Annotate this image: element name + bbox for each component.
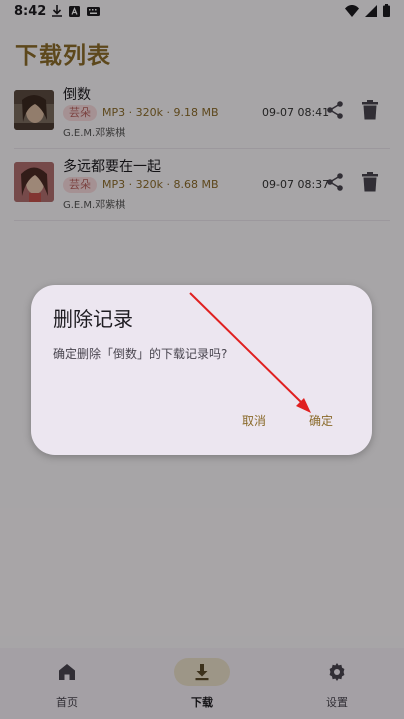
dialog-message: 确定删除「倒数」的下载记录吗?	[53, 347, 228, 361]
confirm-button[interactable]: 确定	[301, 408, 341, 433]
dialog-title: 删除记录	[53, 307, 133, 331]
delete-confirm-dialog: 删除记录 确定删除「倒数」的下载记录吗? 取消 确定	[31, 285, 372, 455]
cancel-button[interactable]: 取消	[234, 408, 274, 433]
